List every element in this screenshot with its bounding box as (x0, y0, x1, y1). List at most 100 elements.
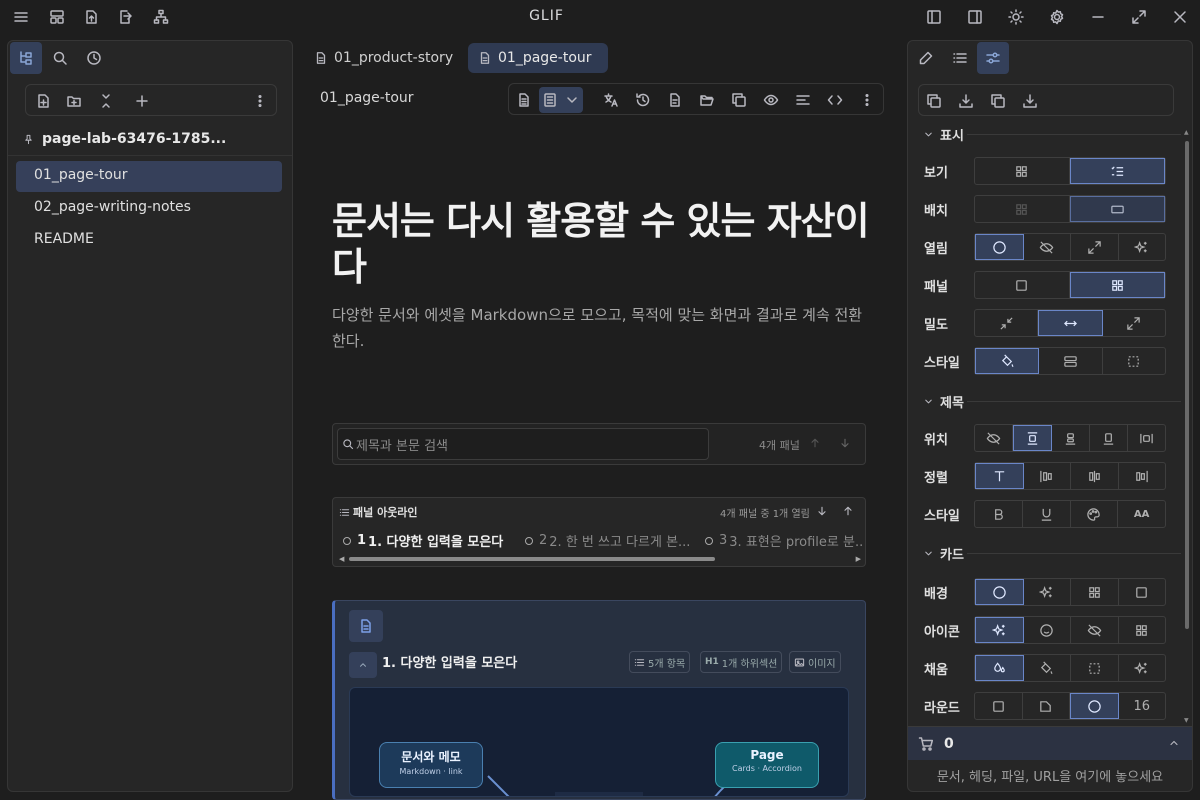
settings-sliders-icon[interactable] (977, 42, 1009, 74)
text-icon[interactable] (975, 463, 1024, 489)
add-icon[interactable] (133, 92, 151, 110)
download-icon[interactable] (958, 93, 974, 109)
file-item-readme[interactable]: README (16, 225, 282, 256)
scrollbar-thumb[interactable] (349, 557, 715, 561)
grid-icon[interactable] (975, 196, 1070, 222)
copy-icon[interactable] (990, 93, 1006, 109)
grid-icon[interactable] (1119, 617, 1166, 643)
copy-icon[interactable] (731, 92, 747, 108)
square-icon[interactable] (975, 693, 1023, 719)
tab-01-page-tour[interactable]: 01_page-tour (468, 43, 608, 73)
heading-bottom-icon[interactable] (1090, 425, 1128, 451)
more-icon[interactable] (859, 92, 875, 108)
edit-icon[interactable] (910, 42, 942, 74)
drop-zone-hint[interactable]: 문서, 헤딩, 파일, URL을 여기에 놓으세요 (908, 760, 1192, 792)
new-folder-icon[interactable] (65, 92, 83, 110)
vault-name[interactable]: page-lab-63476-1785... (23, 129, 226, 149)
expand-icon[interactable] (1103, 310, 1165, 336)
translate-icon[interactable] (603, 92, 619, 108)
outline-item-1[interactable]: 1 1. 다양한 입력을 모은다 (343, 531, 513, 550)
section-card[interactable]: 카드 (923, 544, 1181, 563)
section-display[interactable]: 표시 (923, 125, 1181, 144)
circle-icon[interactable] (975, 579, 1024, 605)
outline-item-3[interactable]: 3 3. 표현은 profile로 분... (705, 531, 863, 550)
expand-icon[interactable] (1071, 234, 1119, 260)
grid-icon[interactable] (1071, 579, 1119, 605)
paint-bucket-icon[interactable] (1024, 655, 1071, 681)
eye-off-icon[interactable] (1071, 617, 1119, 643)
search-input[interactable]: 제목과 본문 검색 (337, 428, 709, 460)
scroll-down-icon[interactable]: ▼ (1184, 717, 1189, 724)
close-icon[interactable] (1166, 0, 1194, 33)
file-item-01-page-tour[interactable]: 01_page-tour (16, 161, 282, 192)
view-mode-button[interactable] (539, 87, 583, 113)
arrow-down-icon[interactable] (839, 437, 851, 449)
horizontal-arrows-icon[interactable] (1038, 310, 1103, 336)
scroll-left-icon[interactable]: ◀ (339, 555, 344, 563)
sparkles-icon[interactable] (1119, 234, 1166, 260)
heading-top-icon[interactable] (1013, 425, 1052, 451)
heading-middle-icon[interactable] (1052, 425, 1090, 451)
copy-icon[interactable] (926, 93, 942, 109)
smile-icon[interactable] (1024, 617, 1071, 643)
cart-bar[interactable]: 0 (908, 726, 1192, 760)
chevron-up-icon[interactable] (349, 652, 377, 678)
rows-icon[interactable] (1039, 348, 1103, 374)
arrow-up-icon[interactable] (842, 505, 854, 517)
collapse-all-icon[interactable] (97, 92, 115, 110)
list-icon[interactable] (944, 42, 976, 74)
scroll-right-icon[interactable]: ▶ (856, 555, 861, 563)
sidebar-right-icon[interactable] (961, 0, 989, 33)
arrow-down-icon[interactable] (816, 505, 828, 517)
bold-icon[interactable] (975, 501, 1023, 527)
search-icon[interactable] (44, 42, 76, 74)
outline-scrollbar[interactable]: ◀ ▶ (339, 555, 861, 563)
grid-icon[interactable] (1069, 272, 1165, 298)
scroll-up-icon[interactable]: ▲ (1184, 129, 1189, 136)
eye-off-icon[interactable] (975, 425, 1013, 451)
paint-bucket-icon[interactable] (975, 348, 1040, 374)
corner-cut-icon[interactable] (1023, 693, 1070, 719)
palette-icon[interactable] (1071, 501, 1119, 527)
list-check-icon[interactable] (1069, 158, 1165, 184)
download-icon[interactable] (1022, 93, 1038, 109)
maximize-icon[interactable] (1125, 0, 1153, 33)
clock-icon[interactable] (78, 42, 110, 74)
sparkles-icon[interactable] (1024, 579, 1071, 605)
more-icon[interactable] (251, 92, 269, 110)
drops-icon[interactable] (975, 655, 1024, 681)
arrow-up-icon[interactable] (809, 437, 821, 449)
circle-icon[interactable] (1070, 693, 1119, 719)
dashed-square-icon[interactable] (1071, 655, 1119, 681)
scrollbar-thumb[interactable] (1185, 141, 1189, 629)
round-value[interactable]: 16 (1119, 693, 1166, 719)
align-start-icon[interactable] (1024, 463, 1071, 489)
square-icon[interactable] (975, 272, 1070, 298)
section-heading[interactable]: 제목 (923, 392, 1181, 411)
outline-item-2[interactable]: 2 2. 한 번 쓰고 다르게 본... (525, 531, 693, 550)
tab-01-product-story[interactable]: 01_product-story (304, 43, 464, 73)
underline-icon[interactable] (1023, 501, 1071, 527)
sidebar-left-icon[interactable] (920, 0, 948, 33)
align-left-icon[interactable] (795, 92, 811, 108)
panel-scrollbar[interactable]: ▲ ▼ (1184, 129, 1190, 729)
sun-icon[interactable] (1002, 0, 1030, 33)
eye-off-icon[interactable] (1024, 234, 1071, 260)
file-item-02-page-writing-notes[interactable]: 02_page-writing-notes (16, 193, 282, 224)
heading-side-icon[interactable] (1128, 425, 1165, 451)
text-file-icon[interactable] (667, 92, 683, 108)
code-icon[interactable] (827, 92, 843, 108)
document-icon[interactable] (516, 92, 532, 108)
align-end-icon[interactable] (1119, 463, 1166, 489)
chevron-up-icon[interactable] (1168, 737, 1180, 749)
eye-icon[interactable] (763, 92, 779, 108)
circle-icon[interactable] (975, 234, 1024, 260)
square-icon[interactable] (1119, 579, 1166, 605)
new-file-icon[interactable] (34, 92, 52, 110)
dashed-square-icon[interactable] (1103, 348, 1165, 374)
history-icon[interactable] (635, 92, 651, 108)
grid-icon[interactable] (975, 158, 1070, 184)
folder-open-icon[interactable] (699, 92, 715, 108)
gear-icon[interactable] (1043, 0, 1071, 33)
align-center-icon[interactable] (1071, 463, 1119, 489)
